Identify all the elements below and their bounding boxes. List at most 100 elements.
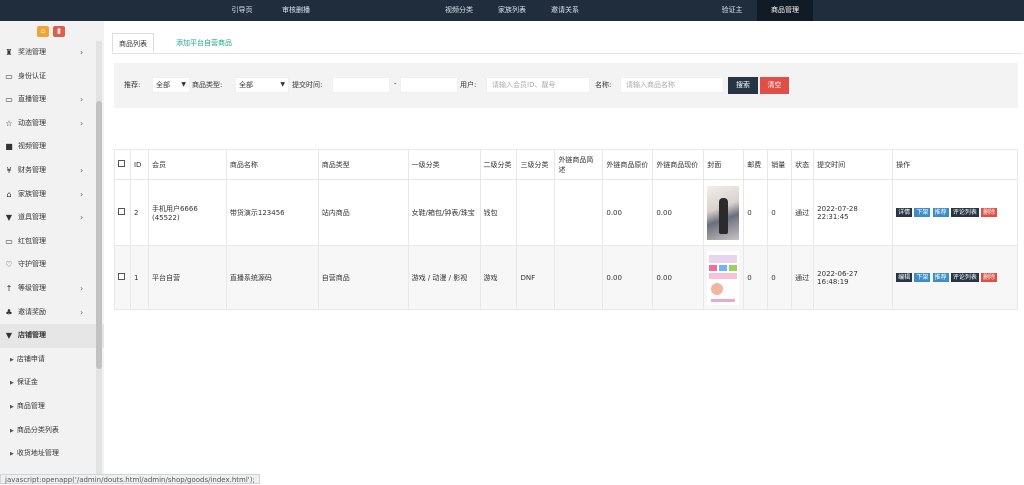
trophy-icon: ♜ — [5, 48, 13, 57]
sidebar-subitem-shop-apply[interactable]: ▶ 店铺申请 — [0, 348, 104, 372]
recommend-select[interactable]: 全部 ▼ — [152, 77, 190, 93]
sidebar-item-family[interactable]: ⌂ 家族管理 › — [0, 183, 104, 207]
recommend-button[interactable]: 推荐 — [932, 207, 949, 217]
nav-deposit[interactable]: 验证主 — [712, 0, 752, 21]
off-shelf-button[interactable]: 下架 — [914, 207, 931, 217]
chevron-right-icon: › — [80, 307, 84, 317]
cell-id: 1 — [129, 245, 149, 310]
top-navbar: 引导页 审核删播 视频分类 家族列表 邀请关系 验证主 商品管理 — [0, 0, 1024, 21]
sidebar-item-invite-reward[interactable]: ♣ 邀请奖励 › — [0, 301, 104, 325]
nav-goods-manage[interactable]: 商品管理 — [757, 0, 813, 21]
chevron-right-icon: › — [80, 283, 84, 293]
sidebar-subitem-goods[interactable]: ▶ 商品管理 — [0, 395, 104, 419]
cell-cat3 — [516, 179, 556, 246]
sidebar-item-live[interactable]: ▭ 直播管理 › — [0, 88, 104, 112]
sidebar-item-label: 视频管理 — [18, 142, 46, 151]
row-checkbox-cell — [114, 179, 131, 246]
cell-member: 平台自营 — [147, 245, 227, 310]
tab-goods-list[interactable]: 商品列表 — [112, 33, 154, 53]
cell-cat2: 游戏 — [479, 245, 518, 310]
sidebar-item-label: 奖池管理 — [18, 48, 46, 56]
cell-member: 手机用户6666 (45522) — [147, 179, 227, 246]
cell-type: 自营商品 — [317, 245, 409, 310]
sidebar-item-shop[interactable]: ▼ 店铺管理 — [0, 324, 104, 348]
table-header-row: ID 会员 商品名称 商品类型 一级分类 二级分类 三级分类 外链商品简述 外链… — [114, 149, 1018, 180]
tab-add-self-goods[interactable]: 添加平台自营商品 — [170, 33, 238, 53]
sidebar-scrollbar-thumb[interactable] — [96, 101, 102, 369]
col-header-time: 提交时间 — [813, 149, 894, 180]
nav-invite-relation[interactable]: 邀请关系 — [543, 0, 587, 21]
chevron-down-icon: ▼ — [280, 81, 285, 88]
col-header-sales: 销量 — [767, 149, 793, 180]
home-button[interactable]: ⌂ — [37, 26, 49, 37]
nav-video-category[interactable]: 视频分类 — [437, 0, 481, 21]
sidebar-scrollbar[interactable] — [96, 41, 102, 481]
goods-name-input[interactable]: 请输入商品名称 — [620, 77, 724, 93]
sidebar-subitem-label: 店铺申请 — [16, 354, 45, 363]
row-checkbox[interactable] — [118, 273, 125, 280]
start-time-input[interactable] — [332, 77, 390, 93]
nav-review-live[interactable]: 审核删播 — [276, 0, 316, 21]
sidebar-subitem-deposit[interactable]: ▶ 保证金 — [0, 371, 104, 395]
recommend-button[interactable]: 推荐 — [932, 272, 949, 282]
cover-image[interactable] — [707, 185, 740, 240]
trash-icon: ▮ — [57, 27, 61, 35]
cover-image[interactable] — [707, 250, 740, 305]
col-header-ops: 操作 — [892, 149, 1018, 180]
bank-icon: ⌂ — [6, 189, 12, 199]
chevron-right-icon: › — [80, 213, 84, 223]
sidebar-subitem-label: 商品分类列表 — [16, 425, 59, 434]
sidebar-item-label: 动态管理 — [18, 118, 46, 127]
sidebar-item-identity[interactable]: ▭ 身份认证 — [0, 65, 104, 89]
comment-list-button[interactable]: 评论列表 — [950, 207, 979, 217]
cart-icon: ▼ — [5, 331, 13, 341]
search-button[interactable]: 搜索 — [728, 77, 758, 94]
nav-guide-page[interactable]: 引导页 — [222, 0, 262, 21]
delete-button[interactable]: 删除 — [981, 207, 998, 217]
user-search-input[interactable]: 请输入会员ID、靓号 — [486, 77, 590, 93]
col-header-status: 状态 — [791, 149, 815, 180]
cell-orig-price: 0.00 — [602, 179, 654, 246]
sidebar-item-props[interactable]: ▼ 道具管理 › — [0, 206, 104, 230]
col-header-id: ID — [129, 149, 149, 180]
type-select[interactable]: 全部 ▼ — [235, 77, 289, 93]
sidebar: ⌂ ▮ ♜ 奖池管理 › ▭ 身份认证 ▭ 直播管理 › ☆ 动态管理 › ■ 视频管理 ¥ 财务… — [0, 21, 104, 484]
nav-family-list[interactable]: 家族列表 — [490, 0, 534, 21]
detail-button[interactable]: 详情 — [896, 207, 913, 217]
caret-right-icon: ▶ — [10, 380, 14, 387]
delete-button[interactable]: 删除 — [981, 272, 998, 282]
heart-icon: ♡ — [5, 260, 13, 270]
sidebar-item-red-packet[interactable]: ▭ 红包管理 — [0, 230, 104, 254]
level-up-icon: ↑ — [5, 283, 13, 293]
sidebar-toolbar: ⌂ ▮ — [0, 21, 104, 41]
sidebar-item-finance[interactable]: ¥ 财务管理 › — [0, 159, 104, 183]
cover-block — [711, 282, 724, 295]
cell-sales: 0 — [767, 179, 793, 246]
sidebar-item-moments[interactable]: ☆ 动态管理 › — [0, 112, 104, 136]
clear-cache-button[interactable]: ▮ — [53, 26, 65, 37]
sidebar-item-guard[interactable]: ♡ 守护管理 — [0, 253, 104, 277]
sidebar-item-video[interactable]: ■ 视频管理 — [0, 135, 104, 159]
cell-cover — [703, 179, 745, 246]
cell-sales: 0 — [767, 245, 793, 310]
clear-button[interactable]: 清空 — [760, 77, 789, 94]
cell-orig-price: 0.00 — [602, 245, 654, 310]
sidebar-item-prize-pool[interactable]: ♜ 奖池管理 › — [0, 41, 104, 65]
sidebar-item-level[interactable]: ↑ 等级管理 › — [0, 277, 104, 301]
cover-figure — [719, 197, 729, 234]
select-all-checkbox[interactable] — [118, 160, 125, 167]
sidebar-subitem-goods-category[interactable]: ▶ 商品分类列表 — [0, 419, 104, 443]
cover-block — [709, 254, 738, 263]
edit-button[interactable]: 编辑 — [896, 272, 913, 282]
cell-name: 带货演示123456 — [225, 179, 319, 246]
type-select-value: 全部 — [239, 81, 253, 89]
comment-list-button[interactable]: 评论列表 — [950, 272, 979, 282]
col-header-brief: 外链商品简述 — [554, 149, 604, 180]
cell-cat1: 女鞋/箱包/钟表/珠宝 — [407, 179, 481, 246]
sidebar-subitem-address[interactable]: ▶ 收货地址管理 — [0, 442, 104, 466]
sidebar-item-label: 身份认证 — [18, 71, 46, 80]
cell-id: 2 — [129, 179, 149, 246]
end-time-input[interactable] — [400, 77, 458, 93]
row-checkbox[interactable] — [118, 208, 125, 215]
off-shelf-button[interactable]: 下架 — [914, 272, 931, 282]
